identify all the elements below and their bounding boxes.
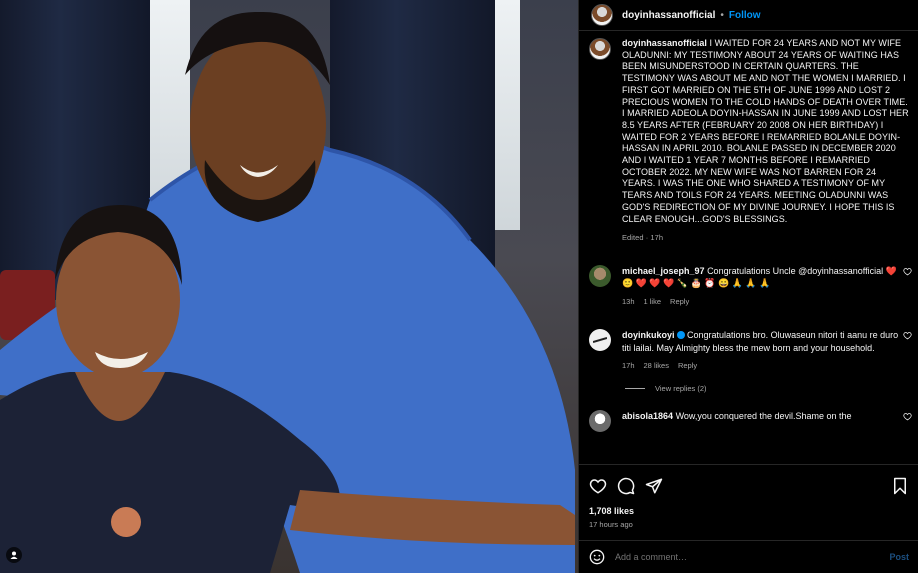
user-tag-icon[interactable] [6,547,22,563]
avatar[interactable] [589,38,611,60]
comment-icon[interactable] [617,477,635,495]
comment-text: Congratulations Uncle @doyinhassanoffici… [707,265,884,276]
share-icon[interactable] [645,477,663,495]
caption-username[interactable]: doyinhassanofficial [622,38,707,48]
separator-dot: • [720,9,724,21]
follow-button[interactable]: Follow [729,10,761,21]
avatar[interactable] [591,4,613,26]
comment-username[interactable]: abisola1864 [622,411,673,421]
reply-button[interactable]: Reply [678,360,697,373]
verified-badge-icon [676,331,685,340]
reply-button[interactable]: Reply [670,296,689,309]
post-details-panel: doyinhassanofficial • Follow doyinhassan… [578,0,918,573]
heart-icon[interactable] [589,477,607,495]
avatar[interactable] [589,264,611,287]
people-illustration [0,11,575,573]
post-button[interactable]: Post [889,552,909,562]
comments-scroll-area[interactable]: doyinhassanofficial I WAITED FOR 24 YEAR… [579,38,918,464]
avatar[interactable] [589,409,611,432]
add-comment-bar: Add a comment… Post [579,540,918,573]
post-header: doyinhassanofficial • Follow [579,0,918,31]
view-replies-label[interactable]: View replies (2) [655,384,707,393]
post-timestamp: 17 hours ago [589,520,633,529]
comment-item: michael_joseph_97 Congratulations Uncle … [589,264,912,309]
bookmark-icon[interactable] [891,477,909,495]
comment-username[interactable]: michael_joseph_97 [622,266,705,276]
avatar[interactable] [589,329,611,352]
post-actions-bar [579,464,918,506]
post-photo[interactable] [0,0,578,573]
header-username[interactable]: doyinhassanofficial [622,10,715,21]
heart-icon[interactable] [903,267,912,276]
comment-likes[interactable]: 1 like [644,296,662,309]
heart-icon[interactable] [903,412,912,421]
comment-likes[interactable]: 28 likes [644,360,669,373]
comment-text: Wow,you conquered the devil.Shame on the [675,410,852,421]
comment-username[interactable]: doyinkukoyi [622,330,675,340]
emoji-icon[interactable] [589,549,605,565]
likes-count[interactable]: 1,708 likes [589,506,634,516]
caption-meta: Edited · 17h [622,233,664,243]
comment-item: abisola1864 Wow,you conquered the devil.… [589,409,912,432]
comment-input[interactable]: Add a comment… [615,552,889,562]
heart-icon[interactable] [903,331,912,340]
post-caption: doyinhassanofficial I WAITED FOR 24 YEAR… [589,38,909,244]
view-replies-button[interactable]: View replies (2) [625,384,909,393]
divider [625,387,645,389]
comment-item: doyinkukoyi Congratulations bro. Oluwase… [589,329,912,373]
comment-time: 13h [622,296,635,306]
comment-time: 17h [622,361,635,371]
caption-text: I WAITED FOR 24 YEARS AND NOT MY WIFE OL… [622,38,909,224]
